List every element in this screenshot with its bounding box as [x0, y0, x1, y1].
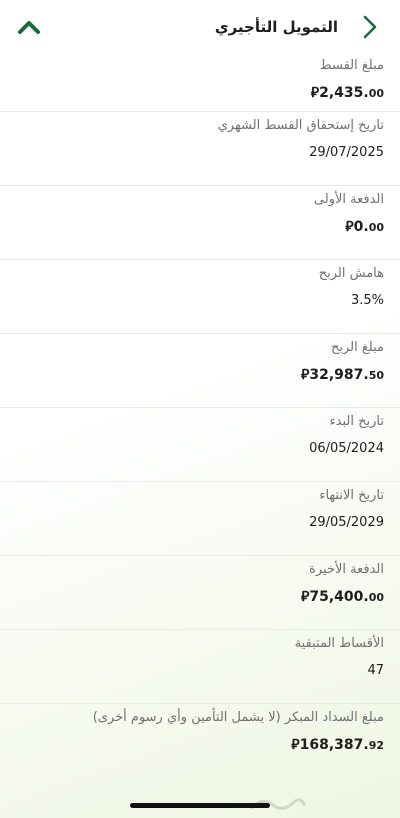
detail-label: تاريخ إستحقاق القسط الشهري: [217, 118, 384, 133]
detail-installment-amount: مبلغ القسط ⃁2,435.00: [0, 52, 400, 112]
detail-value: ⃁75,400.00: [16, 586, 384, 609]
detail-value: 06/05/2024: [309, 441, 384, 456]
detail-value: 3.5%: [350, 293, 384, 308]
detail-end-date: تاريخ الانتهاء 29/05/2029: [0, 482, 400, 556]
detail-label: تاريخ الانتهاء: [319, 488, 384, 503]
detail-label: مبلغ القسط: [319, 58, 384, 73]
detail-label: الدفعة الأخيرة: [309, 562, 384, 577]
detail-profit-margin: هامش الربح 3.5%: [0, 260, 400, 334]
detail-label: مبلغ السداد المبكر (لا يشمل التأمين وأي …: [92, 710, 384, 725]
detail-value: ⃁2,435.00: [16, 82, 384, 105]
riyal-icon: ⃁: [345, 219, 354, 235]
detail-early-settlement: مبلغ السداد المبكر (لا يشمل التأمين وأي …: [0, 704, 400, 804]
chevron-right-icon: [363, 15, 377, 39]
screen: التمويل التأجيري مبلغ القسط ⃁2,435.00 تا…: [0, 0, 400, 818]
home-indicator[interactable]: [130, 803, 270, 808]
detail-value: ⃁0.00: [16, 216, 384, 239]
detail-value: 47: [367, 663, 384, 678]
title-group: التمويل التأجيري: [215, 13, 384, 41]
detail-profit-amount: مبلغ الربح ⃁32,987.50: [0, 334, 400, 408]
page-title: التمويل التأجيري: [214, 18, 338, 36]
riyal-icon: ⃁: [291, 737, 300, 753]
chevron-up-icon: [18, 21, 40, 34]
detail-due-date: تاريخ إستحقاق القسط الشهري 29/07/2025: [0, 112, 400, 186]
collapse-button[interactable]: [16, 14, 42, 40]
detail-value: 29/07/2025: [309, 145, 384, 160]
back-button[interactable]: [356, 13, 384, 41]
detail-label: الأقساط المتبقية: [294, 636, 384, 651]
detail-label: الدفعة الأولى: [313, 192, 384, 207]
detail-down-payment: الدفعة الأولى ⃁0.00: [0, 186, 400, 260]
riyal-icon: ⃁: [310, 85, 320, 101]
detail-label: تاريخ البدء: [329, 414, 384, 429]
detail-label: هامش الربح: [318, 266, 384, 281]
detail-value: 29/05/2029: [309, 515, 384, 530]
detail-final-payment: الدفعة الأخيرة ⃁75,400.00: [0, 556, 400, 630]
detail-start-date: تاريخ البدء 06/05/2024: [0, 408, 400, 482]
details-list: مبلغ القسط ⃁2,435.00 تاريخ إستحقاق القسط…: [0, 52, 400, 804]
detail-remaining-installments: الأقساط المتبقية 47: [0, 630, 400, 704]
detail-value: ⃁168,387.92: [16, 734, 384, 757]
detail-value: ⃁32,987.50: [16, 364, 384, 387]
header: التمويل التأجيري: [0, 0, 400, 54]
detail-label: مبلغ الربح: [331, 340, 384, 355]
